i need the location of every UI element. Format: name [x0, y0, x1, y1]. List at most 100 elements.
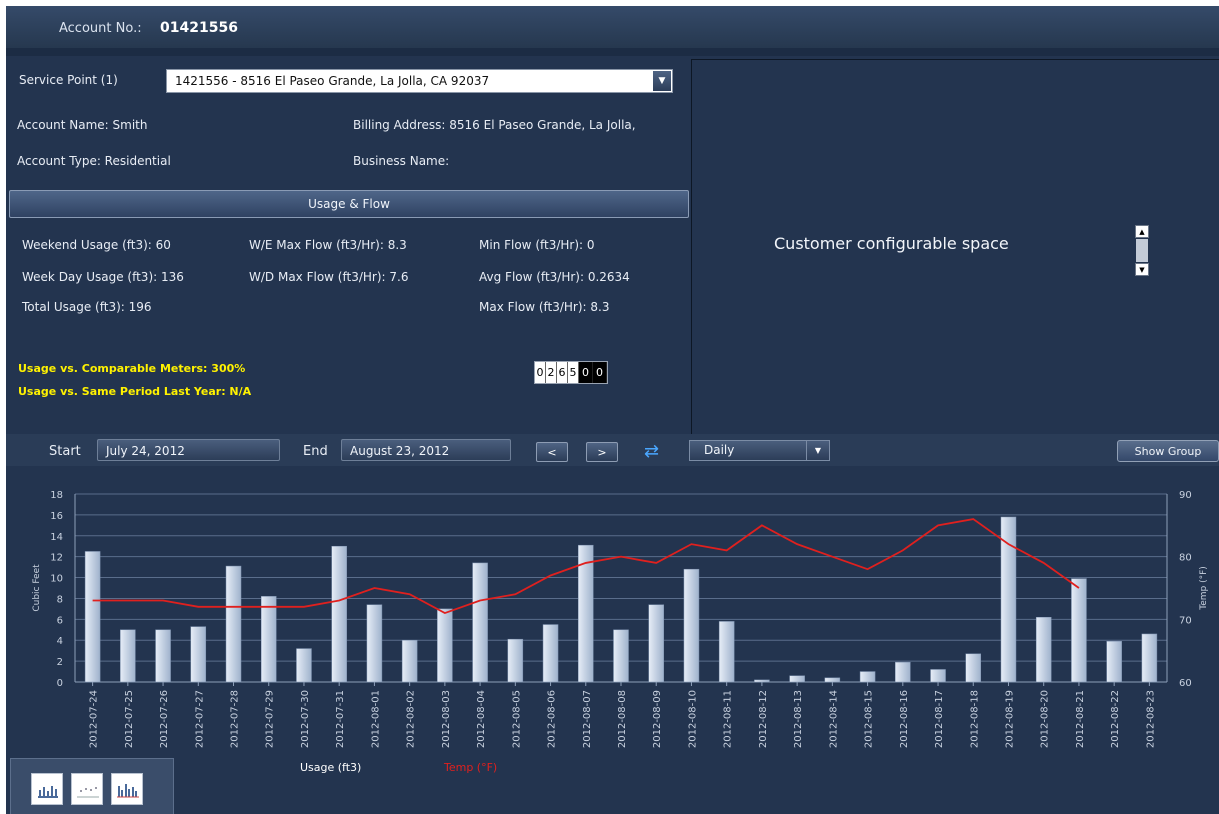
end-date-field[interactable]: August 23, 2012 — [341, 439, 511, 461]
scatter-chart-icon[interactable] — [71, 773, 103, 805]
x-tick-label: 2012-07-31 — [335, 690, 346, 748]
account-number-value: 01421556 — [160, 20, 238, 36]
usage-bar — [1106, 641, 1122, 683]
usage-bar — [965, 653, 982, 683]
usage-bar — [1071, 578, 1087, 683]
y-tick-label: 10 — [50, 574, 63, 585]
previous-period-button[interactable]: < — [536, 442, 568, 462]
usage-bar — [472, 562, 488, 683]
usage-bar — [542, 624, 559, 683]
interval-value: Daily — [704, 443, 735, 457]
x-tick-label: 2012-08-14 — [828, 690, 839, 748]
x-tick-label: 2012-08-06 — [547, 690, 558, 748]
scroll-down-icon[interactable]: ▼ — [1135, 263, 1149, 276]
usage-temp-chart: 0 2 4 6 8 10 12 14 16 18 60 70 80 90 Cubic Feet Temp (°… — [32, 490, 1209, 748]
meter-digit: 0 — [535, 362, 546, 383]
meter-digit: 0 — [593, 362, 607, 383]
x-tick-label: 2012-07-28 — [230, 690, 241, 748]
x-tick-label: 2012-07-26 — [159, 690, 170, 748]
x-tick-label: 2012-07-25 — [124, 690, 135, 748]
we-max-flow: W/E Max Flow (ft3/Hr): 8.3 — [249, 238, 407, 252]
x-tick-label: 2012-08-21 — [1075, 690, 1086, 748]
y2-tick-label: 90 — [1179, 490, 1192, 501]
header-divider — [6, 48, 1219, 56]
x-tick-label: 2012-07-29 — [265, 690, 276, 748]
chevron-down-icon[interactable]: ▼ — [806, 441, 829, 460]
show-group-button[interactable]: Show Group — [1117, 440, 1219, 462]
last-year-usage: Usage vs. Same Period Last Year: N/A — [18, 385, 252, 398]
y-tick-label: 12 — [50, 553, 63, 564]
account-name: Account Name: Smith — [17, 118, 148, 132]
usage-bar — [437, 608, 453, 683]
usage-bar — [296, 648, 312, 683]
end-label: End — [303, 444, 328, 459]
x-tick-label: 2012-08-13 — [793, 690, 804, 748]
min-flow: Min Flow (ft3/Hr): 0 — [479, 238, 595, 252]
usage-flow-header: Usage & Flow — [9, 190, 689, 218]
start-date-field[interactable]: July 24, 2012 — [97, 439, 280, 461]
usage-bar — [1000, 516, 1017, 683]
x-tick-label: 2012-08-02 — [406, 690, 417, 748]
meter-reading-display: 0 2 6 5 0 0 — [534, 361, 608, 384]
x-tick-label: 2012-08-10 — [687, 690, 698, 748]
y2-tick-label: 70 — [1179, 615, 1192, 626]
config-scrollbar[interactable]: ▲ ▼ — [1135, 225, 1149, 277]
y-tick-label: 6 — [57, 615, 63, 626]
billing-address: Billing Address: 8516 El Paseo Grande, L… — [353, 118, 636, 132]
usage-bar — [260, 596, 277, 683]
usage-bar — [401, 639, 418, 683]
y-tick-label: 8 — [57, 594, 63, 605]
service-point-select[interactable]: 1421556 - 8516 El Paseo Grande, La Jolla… — [166, 69, 673, 93]
x-tick-label: 2012-08-12 — [758, 690, 769, 748]
chevron-down-icon[interactable]: ▼ — [653, 71, 671, 91]
wd-max-flow: W/D Max Flow (ft3/Hr): 7.6 — [249, 270, 409, 284]
account-header: Account No.: 01421556 — [6, 6, 1219, 49]
y-tick-label: 2 — [57, 657, 63, 668]
service-point-value: 1421556 - 8516 El Paseo Grande, La Jolla… — [175, 74, 490, 88]
interval-select[interactable]: Daily ▼ — [689, 440, 830, 461]
y-tick-label: 16 — [50, 511, 63, 522]
x-tick-label: 2012-08-11 — [723, 690, 734, 748]
x-tick-label: 2012-08-03 — [441, 690, 452, 748]
next-period-button[interactable]: > — [586, 442, 618, 462]
max-flow: Max Flow (ft3/Hr): 8.3 — [479, 300, 610, 314]
service-point-label: Service Point (1) — [19, 73, 118, 87]
bar-chart-icon[interactable] — [31, 773, 63, 805]
usage-bar — [824, 677, 841, 683]
customer-config-panel: Customer configurable space ▲ ▼ — [691, 59, 1219, 435]
x-tick-label: 2012-07-24 — [89, 690, 100, 748]
total-usage: Total Usage (ft3): 196 — [22, 300, 152, 314]
usage-bar — [84, 551, 101, 683]
x-tick-label: 2012-07-30 — [300, 690, 311, 748]
usage-bar — [613, 629, 629, 683]
usage-bar — [190, 626, 207, 683]
business-name: Business Name: — [353, 154, 450, 168]
refresh-icon[interactable]: ⇄ — [644, 442, 659, 462]
legend-temp: Temp (°F) — [444, 761, 498, 774]
x-tick-label: 2012-08-08 — [617, 690, 628, 748]
usage-bar — [859, 671, 876, 683]
usage-bar — [155, 629, 171, 683]
x-tick-label: 2012-07-27 — [194, 690, 205, 748]
y-tick-label: 0 — [57, 678, 63, 689]
meter-digit: 2 — [546, 362, 557, 383]
x-tick-label: 2012-08-04 — [476, 690, 487, 748]
y-tick-label: 14 — [50, 532, 63, 543]
y2-tick-label: 80 — [1179, 553, 1192, 564]
x-tick-label: 2012-08-23 — [1145, 690, 1156, 748]
meter-digit: 6 — [557, 362, 568, 383]
scroll-thumb[interactable] — [1136, 239, 1148, 262]
usage-bar — [683, 568, 700, 683]
scroll-up-icon[interactable]: ▲ — [1135, 225, 1149, 238]
x-tick-label: 2012-08-01 — [370, 690, 381, 748]
usage-bar — [1035, 616, 1052, 683]
account-number-label: Account No.: — [59, 21, 142, 36]
comparable-meters-usage: Usage vs. Comparable Meters: 300% — [18, 362, 246, 375]
multi-bar-chart-icon[interactable] — [111, 773, 143, 805]
usage-bar — [331, 545, 347, 683]
usage-bar — [366, 604, 383, 683]
usage-bar — [120, 629, 136, 683]
y-axis-title: Cubic Feet — [32, 564, 42, 612]
start-label: Start — [49, 444, 81, 459]
meter-digit: 5 — [568, 362, 579, 383]
